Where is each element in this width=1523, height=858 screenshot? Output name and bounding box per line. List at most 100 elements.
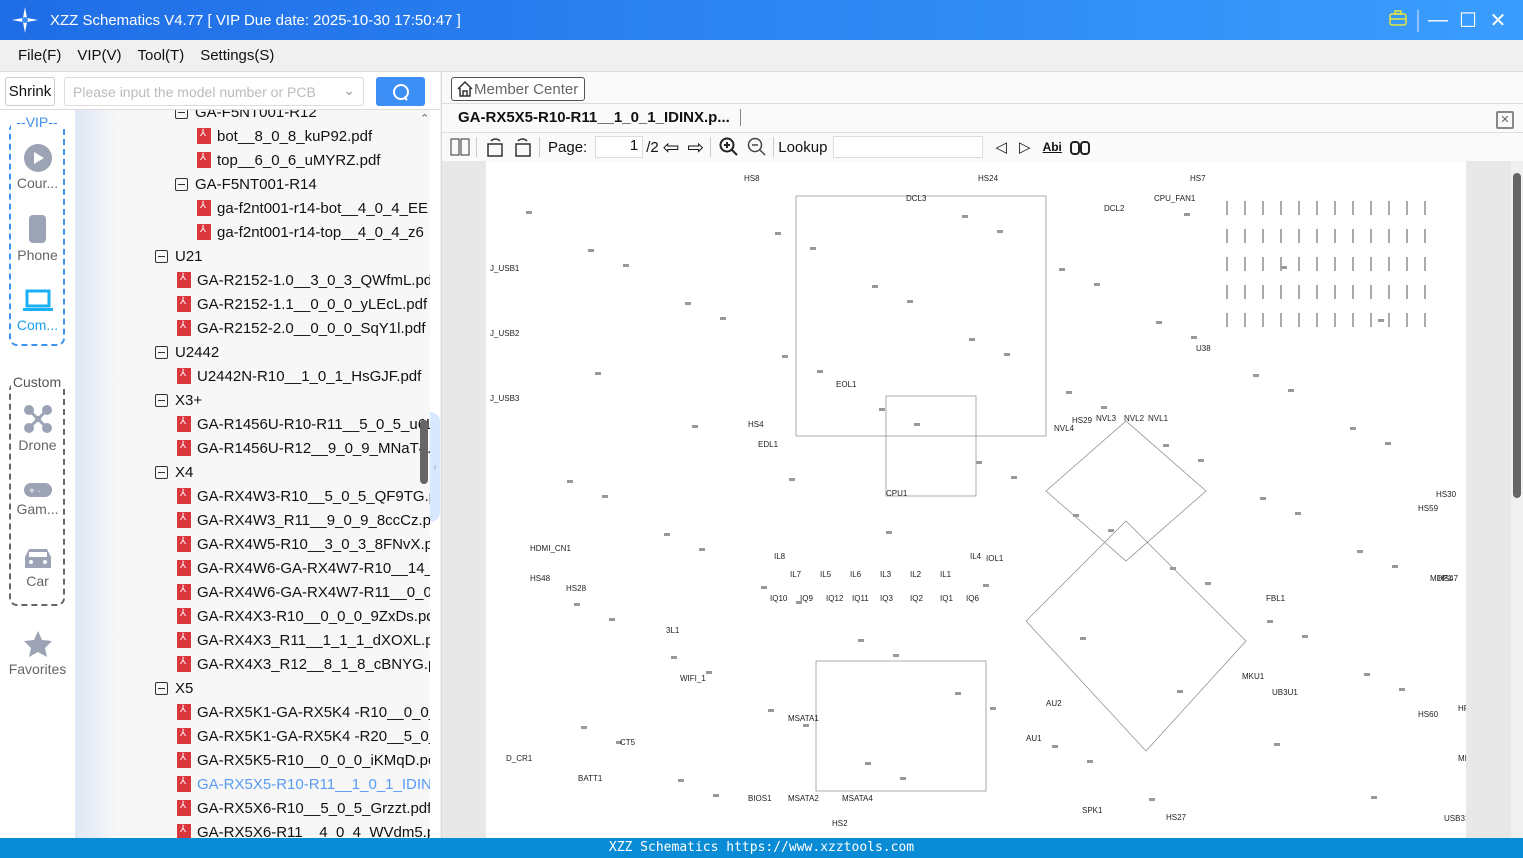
- pdf-file-icon: [177, 296, 191, 312]
- collapse-pane-handle[interactable]: ‹: [430, 412, 440, 522]
- tree-file[interactable]: GA-R1456U-R10-R11__5_0_5_u6L: [177, 412, 430, 436]
- document-scrollbar[interactable]: [1511, 161, 1523, 838]
- schematic-label: IL2: [910, 570, 922, 579]
- pdf-file-icon: [177, 320, 191, 336]
- tree-file[interactable]: GA-RX4W5-R10__3_0_3_8FNvX.pc: [177, 532, 430, 556]
- pdf-file-icon: [177, 584, 191, 600]
- collapse-icon[interactable]: [175, 177, 188, 191]
- pdf-file-icon: [177, 512, 191, 528]
- collapse-icon[interactable]: [155, 393, 168, 407]
- tree-file[interactable]: ga-f2nt001-r14-top__4_0_4_z6: [197, 220, 424, 244]
- menu-file[interactable]: File(F): [18, 47, 61, 64]
- match-case-button[interactable]: Abi: [1043, 140, 1062, 154]
- document-view[interactable]: HS8 HS24 HS7 DCL3 DCL2 CPU_FAN1 J_USB1 J_USB2 J_…: [442, 161, 1512, 838]
- binoculars-icon[interactable]: [1069, 138, 1090, 156]
- prev-page-icon[interactable]: ⇦: [663, 135, 680, 160]
- close-button[interactable]: ✕: [1483, 8, 1513, 33]
- collapse-icon[interactable]: [155, 249, 168, 263]
- pdf-file-icon: [177, 536, 191, 552]
- document-scrollbar-thumb[interactable]: [1513, 173, 1521, 498]
- tree-item-label: bot__8_0_8_kuP92.pdf: [217, 127, 373, 145]
- nav-drone[interactable]: Drone: [0, 404, 75, 453]
- tree-file[interactable]: GA-RX5K5-R10__0_0_0_iKMqD.pc: [177, 748, 430, 772]
- tree-file[interactable]: GA-RX5X6-R11__4_0_4_WVdm5.p: [177, 820, 430, 838]
- schematic-label: IQ6: [966, 594, 979, 603]
- rotate-right-icon[interactable]: [513, 137, 533, 157]
- tree-file[interactable]: GA-RX5X5-R10-R11__1_0_1_IDINX: [177, 772, 430, 796]
- tree-item-label: GA-F5NT001-R12: [195, 110, 317, 121]
- tree-file[interactable]: GA-RX4X3-R10__0_0_0_9ZxDs.pd: [177, 604, 430, 628]
- page-number-input[interactable]: 1: [595, 136, 644, 158]
- schematic-label: WIFI_1: [680, 674, 706, 683]
- maximize-button[interactable]: ☐: [1453, 8, 1483, 33]
- tree-item-label: GA-R2152-1.0__3_0_3_QWfmL.pd: [197, 271, 430, 289]
- collapse-icon[interactable]: [175, 110, 188, 119]
- tree-file[interactable]: GA-RX5X6-R10__5_0_5_Grzzt.pdf: [177, 796, 430, 820]
- chevron-down-icon[interactable]: ⌄: [343, 82, 355, 99]
- document-tab[interactable]: GA-RX5X5-R10-R11__1_0_1_IDINX.p...: [458, 109, 741, 126]
- nav-phone[interactable]: Phone: [0, 214, 75, 263]
- tree-file[interactable]: GA-R2152-1.1__0_0_0_yLEcL.pdf: [177, 292, 427, 316]
- nav-game[interactable]: + ∙ Gam...: [0, 482, 75, 517]
- schematic-label: MSATA2: [788, 794, 819, 803]
- zoom-in-icon[interactable]: [719, 137, 739, 157]
- model-search-input[interactable]: Please input the model number or PCB ⌄: [64, 77, 364, 106]
- tree-folder[interactable]: X3+: [155, 388, 202, 412]
- nav-computer[interactable]: Com...: [0, 288, 75, 333]
- tree-folder[interactable]: U2442: [155, 340, 219, 364]
- tree-file[interactable]: GA-RX4X3_R11__1_1_1_dXOXL.pc: [177, 628, 430, 652]
- schematic-page[interactable]: HS8 HS24 HS7 DCL3 DCL2 CPU_FAN1 J_USB1 J_USB2 J_…: [486, 161, 1489, 838]
- schematic-label: IQ9: [800, 594, 813, 603]
- schematic-label: HS30: [1436, 490, 1457, 499]
- tree-file[interactable]: bot__8_0_8_kuP92.pdf: [197, 124, 372, 148]
- lookup-input[interactable]: [833, 136, 984, 158]
- tree-folder[interactable]: X4: [155, 460, 193, 484]
- find-next-icon[interactable]: ▷: [1019, 138, 1031, 156]
- collapse-icon[interactable]: [155, 681, 168, 695]
- minimize-button[interactable]: —: [1423, 9, 1453, 32]
- tree-file[interactable]: GA-RX4W6-GA-RX4W7-R10__14_: [177, 556, 430, 580]
- pdf-file-icon: [177, 704, 191, 720]
- tree-file[interactable]: GA-R2152-2.0__0_0_0_SqY1l.pdf: [177, 316, 426, 340]
- schematic-label: UB3U1: [1272, 688, 1298, 697]
- collapse-icon[interactable]: [155, 465, 168, 479]
- tree-file[interactable]: GA-R2152-1.0__3_0_3_QWfmL.pd: [177, 268, 430, 292]
- shrink-button[interactable]: Shrink: [5, 77, 55, 106]
- close-all-tabs-icon[interactable]: ✕: [1496, 111, 1514, 129]
- menu-tool[interactable]: Tool(T): [138, 47, 185, 64]
- tree-file[interactable]: GA-RX5K1-GA-RX5K4 -R20__5_0_: [177, 724, 430, 748]
- search-button[interactable]: [376, 77, 425, 106]
- menu-settings[interactable]: Settings(S): [200, 47, 274, 64]
- tree-file[interactable]: GA-RX4W3_R11__9_0_9_8ccCz.pd: [177, 508, 430, 532]
- menu-vip[interactable]: VIP(V): [77, 47, 121, 64]
- tree-file[interactable]: GA-RX4X3_R12__8_1_8_cBNYG.pc: [177, 652, 430, 676]
- tree-file[interactable]: GA-RX4W6-GA-RX4W7-R11__0_0: [177, 580, 430, 604]
- tree-file[interactable]: U2442N-R10__1_0_1_HsGJF.pdf: [177, 364, 421, 388]
- tree-file[interactable]: GA-RX4W3-R10__5_0_5_QF9TG.p: [177, 484, 430, 508]
- tree-item-label: GA-RX4W5-R10__3_0_3_8FNvX.pc: [197, 535, 430, 553]
- nav-car[interactable]: Car: [0, 546, 75, 589]
- briefcase-icon[interactable]: [1383, 9, 1413, 32]
- tree-folder[interactable]: U21: [155, 244, 203, 268]
- tree-folder[interactable]: GA-F5NT001-R14: [175, 172, 317, 196]
- nav-favorites[interactable]: Favorites: [0, 630, 75, 677]
- viewer-toolbar: Page: 1 /2 ⇦ ⇨ Lookup ◁ ▷ Abi: [442, 133, 1523, 161]
- tree-file[interactable]: GA-R1456U-R12__9_0_9_MNaT4.p: [177, 436, 430, 460]
- member-center-button[interactable]: Member Center: [451, 77, 586, 101]
- next-page-icon[interactable]: ⇨: [687, 135, 704, 160]
- zoom-out-icon[interactable]: [747, 137, 767, 157]
- collapse-icon[interactable]: [155, 345, 168, 359]
- schematic-label: HS60: [1418, 710, 1439, 719]
- tree-file[interactable]: GA-RX5K1-GA-RX5K4 -R10__0_0_: [177, 700, 430, 724]
- two-page-view-icon[interactable]: [450, 138, 470, 156]
- tree-item-label: X4: [175, 463, 194, 481]
- tree-folder[interactable]: X5: [155, 676, 193, 700]
- rotate-left-icon[interactable]: [485, 137, 505, 157]
- tree-scrollbar-thumb[interactable]: [420, 420, 428, 484]
- page-label: Page:: [548, 138, 588, 156]
- tree-file[interactable]: ga-f2nt001-r14-bot__4_0_4_EE: [197, 196, 428, 220]
- nav-course[interactable]: Cour...: [0, 144, 75, 191]
- tree-folder[interactable]: GA-F5NT001-R12: [175, 110, 317, 124]
- find-previous-icon[interactable]: ◁: [995, 138, 1007, 156]
- tree-file[interactable]: top__6_0_6_uMYRZ.pdf: [197, 148, 380, 172]
